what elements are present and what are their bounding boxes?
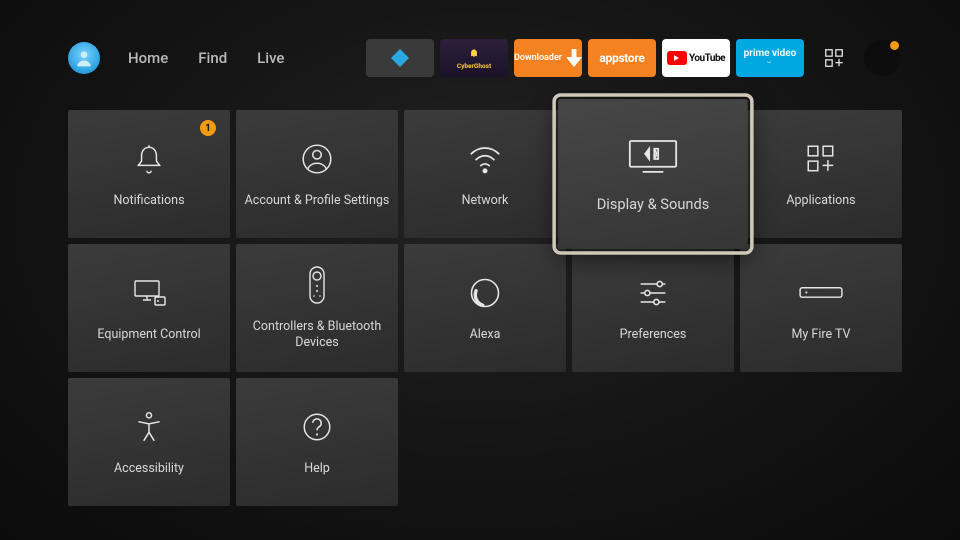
tile-label: Equipment Control bbox=[89, 327, 208, 343]
bell-icon bbox=[132, 139, 166, 179]
settings-button[interactable] bbox=[864, 40, 900, 76]
tile-network[interactable]: Network bbox=[404, 110, 566, 238]
tile-equipment[interactable]: Equipment Control bbox=[68, 244, 230, 372]
sliders-icon bbox=[635, 273, 671, 313]
display-icon bbox=[627, 133, 678, 180]
settings-badge-icon bbox=[890, 41, 899, 50]
tile-label: My Fire TV bbox=[784, 327, 859, 343]
app-tile-primevideo[interactable]: prime video⌣ bbox=[736, 39, 804, 77]
tile-account[interactable]: Account & Profile Settings bbox=[236, 110, 398, 238]
tile-label: Preferences bbox=[612, 327, 695, 343]
app-tile-appstore[interactable]: appstore bbox=[588, 39, 656, 77]
tile-help[interactable]: Help bbox=[236, 378, 398, 506]
wifi-icon bbox=[466, 139, 504, 179]
tile-label: Display & Sounds bbox=[587, 196, 718, 214]
app-tile-cyberghost[interactable]: CyberGhost bbox=[440, 39, 508, 77]
tile-applications[interactable]: Applications bbox=[740, 110, 902, 238]
help-icon bbox=[300, 407, 334, 447]
notifications-badge: 1 bbox=[200, 120, 216, 136]
tile-preferences[interactable]: Preferences bbox=[572, 244, 734, 372]
app-tile-kodi[interactable] bbox=[366, 39, 434, 77]
nav-tab-live[interactable]: Live bbox=[257, 49, 284, 67]
tile-accessibility[interactable]: Accessibility bbox=[68, 378, 230, 506]
firetv-icon bbox=[798, 273, 844, 313]
equipment-icon bbox=[129, 273, 169, 313]
tile-label: Notifications bbox=[105, 193, 192, 209]
tile-notifications[interactable]: 1 Notifications bbox=[68, 110, 230, 238]
top-nav: Home Find Live CyberGhost Downloader app… bbox=[68, 36, 900, 80]
app-tile-downloader[interactable]: Downloader bbox=[514, 39, 582, 77]
tile-label: Accessibility bbox=[106, 461, 192, 477]
nav-tab-home[interactable]: Home bbox=[128, 49, 168, 67]
nav-tab-find[interactable]: Find bbox=[198, 49, 227, 67]
tile-label: Account & Profile Settings bbox=[237, 193, 398, 209]
remote-icon bbox=[307, 265, 327, 305]
nav-tabs: Home Find Live bbox=[128, 49, 284, 67]
tile-label: Alexa bbox=[462, 327, 509, 343]
app-tile-youtube[interactable]: YouTube bbox=[662, 39, 730, 77]
tile-label: Controllers & Bluetooth Devices bbox=[236, 319, 398, 350]
nav-app-row: CyberGhost Downloader appstore YouTube p… bbox=[366, 39, 900, 77]
tile-controllers[interactable]: Controllers & Bluetooth Devices bbox=[236, 244, 398, 372]
tile-display-sounds[interactable]: Display & Sounds bbox=[558, 99, 748, 249]
settings-grid: 1 Notifications Account & Profile Settin… bbox=[68, 110, 902, 506]
tile-label: Network bbox=[454, 193, 517, 209]
apps-grid-button[interactable] bbox=[816, 40, 852, 76]
profile-avatar[interactable] bbox=[68, 42, 100, 74]
alexa-icon bbox=[467, 273, 503, 313]
tile-label: Applications bbox=[778, 193, 863, 209]
accessibility-icon bbox=[132, 407, 166, 447]
tile-alexa[interactable]: Alexa bbox=[404, 244, 566, 372]
tile-myfiretv[interactable]: My Fire TV bbox=[740, 244, 902, 372]
tile-label: Help bbox=[296, 461, 338, 477]
apps-icon bbox=[804, 139, 838, 179]
profile-icon bbox=[300, 139, 334, 179]
